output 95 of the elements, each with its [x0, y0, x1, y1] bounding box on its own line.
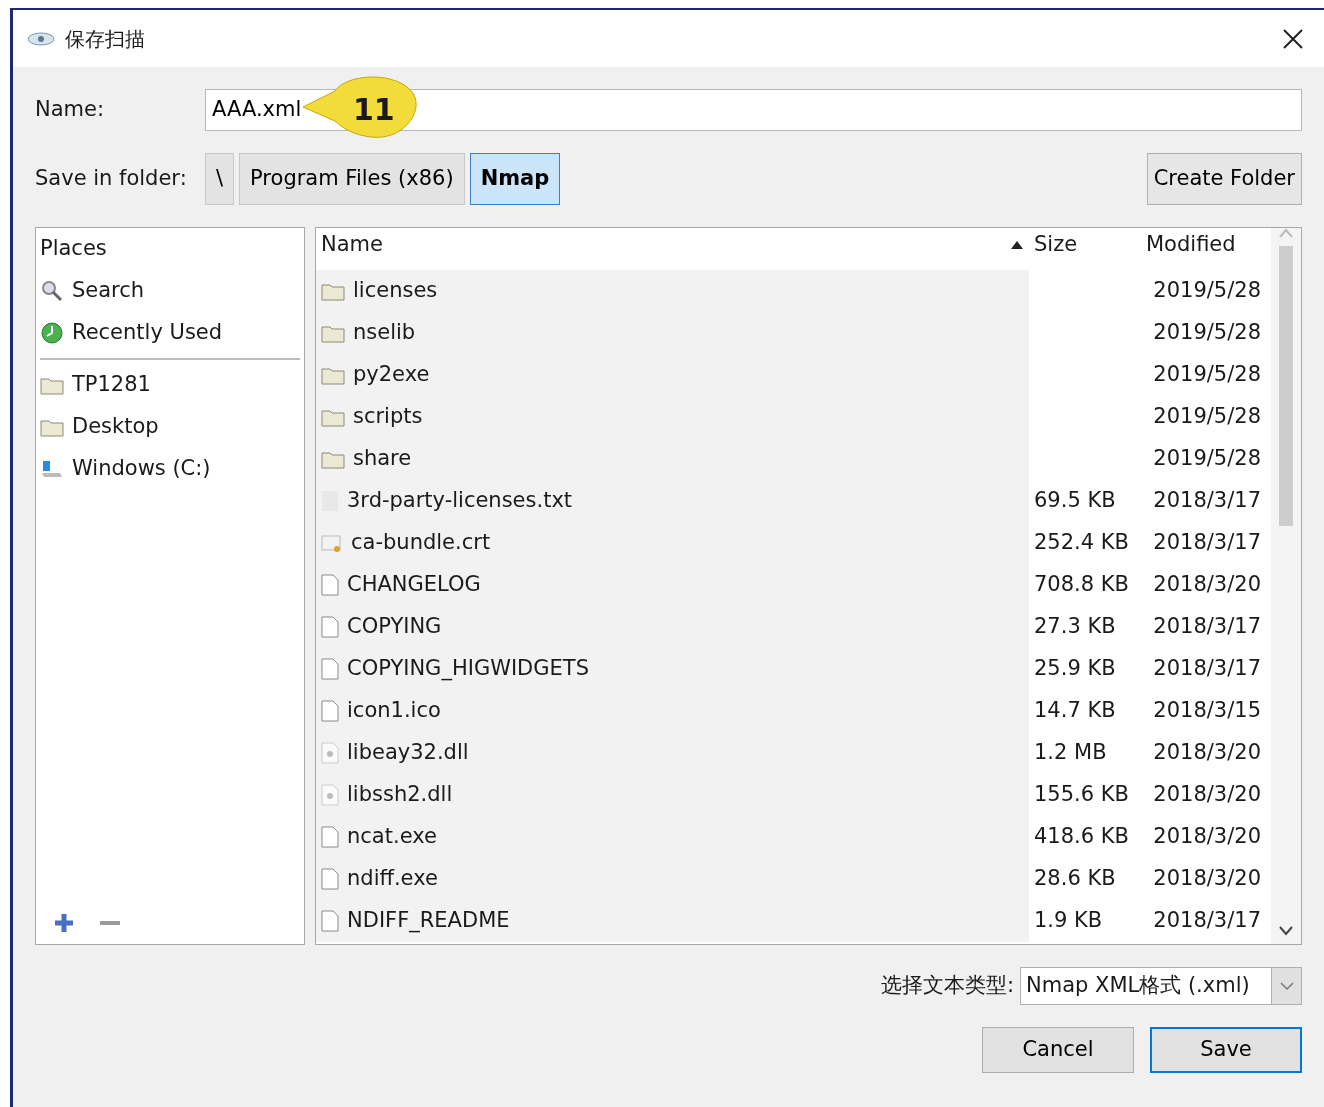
field-label: 选择文本类型: [880, 972, 1014, 1000]
path-button[interactable]: \ [205, 153, 235, 205]
table-cell-text: 252.4 KB [1033, 529, 1130, 557]
table-cell-text: 2018/3/17 [1152, 655, 1262, 683]
table-cell-text: 1.9 KB [1033, 907, 1104, 935]
table-cell-text: 155.6 KB [1033, 781, 1130, 809]
table-cell-text: 28.6 KB [1033, 865, 1117, 893]
table-cell-text: 2018/3/20 [1152, 865, 1262, 893]
certificate-icon [321, 532, 343, 554]
folder-icon [321, 323, 345, 343]
path-button[interactable]: Nmap [469, 153, 561, 205]
file-row[interactable]: scripts [316, 396, 1029, 438]
table-cell-text: 25.9 KB [1033, 655, 1117, 683]
table-cell-text: 14.7 KB [1033, 697, 1117, 725]
table-cell-text: 2019/5/28 [1152, 403, 1262, 431]
create-folder-button[interactable]: Create Folder [1146, 153, 1302, 205]
places-item[interactable]: Recently Used [36, 312, 304, 354]
file-row[interactable]: libeay32.dll [316, 732, 1029, 774]
folder-icon [321, 407, 345, 427]
table-cell-text: 2018/3/17 [1152, 613, 1262, 641]
folder-icon [40, 417, 64, 437]
scrollbar-thumb[interactable] [1279, 246, 1293, 526]
file-row[interactable]: COPYING_HIGWIDGETS [316, 648, 1029, 690]
places-item[interactable]: Desktop [36, 406, 304, 448]
table-cell-text: 1.2 MB [1033, 739, 1108, 767]
places-item[interactable]: TP1281 [36, 364, 304, 406]
document-icon [321, 868, 339, 890]
callout-number: 11 [353, 91, 395, 129]
dropdown-button[interactable] [1271, 968, 1301, 1004]
table-cell-text: 2018/3/17 [1152, 487, 1262, 515]
field-label: Name: [35, 96, 106, 124]
folder-icon [321, 281, 345, 301]
places-heading: Places [40, 235, 107, 263]
sort-arrow-icon [1011, 241, 1023, 249]
document-icon [321, 700, 339, 722]
file-row[interactable]: NDIFF_README [316, 900, 1029, 942]
document-icon [321, 826, 339, 848]
file-row[interactable]: nselib [316, 312, 1029, 354]
column-header[interactable]: Name [316, 228, 1029, 262]
gear-icon [321, 742, 339, 764]
eye-icon [27, 30, 55, 47]
column-header[interactable]: Size [1029, 228, 1141, 262]
scrollbar[interactable] [1271, 228, 1301, 944]
table-cell-text: 2018/3/20 [1152, 823, 1262, 851]
search-icon [40, 279, 64, 303]
cancel-button[interactable]: Cancel [982, 1027, 1134, 1073]
file-row[interactable]: libssh2.dll [316, 774, 1029, 816]
folder-icon [321, 449, 345, 469]
file-row[interactable]: CHANGELOG [316, 564, 1029, 606]
column-header[interactable]: Modified [1141, 228, 1271, 262]
table-cell-text: 2019/5/28 [1152, 361, 1262, 389]
document-icon [321, 574, 339, 596]
table-cell-text: 418.6 KB [1033, 823, 1130, 851]
save-button[interactable]: Save [1150, 1027, 1302, 1073]
table-cell-text: 69.5 KB [1033, 487, 1117, 515]
file-row[interactable]: py2exe [316, 354, 1029, 396]
close-icon [1282, 27, 1304, 50]
folder-icon [40, 375, 64, 395]
file-type-dropdown[interactable]: Nmap XML格式 (.xml) [1020, 967, 1302, 1005]
file-row[interactable]: COPYING [316, 606, 1029, 648]
table-cell-text: 2018/3/17 [1152, 529, 1262, 557]
file-row[interactable]: licenses [316, 270, 1029, 312]
document-icon [321, 616, 339, 638]
gear-icon [321, 784, 339, 806]
path-button[interactable]: Program Files (x86) [239, 153, 465, 205]
minus-icon [100, 920, 120, 927]
clock-icon [40, 321, 64, 345]
table-cell-text: 2019/5/28 [1152, 445, 1262, 473]
file-row[interactable]: ncat.exe [316, 816, 1029, 858]
table-cell-text: 708.8 KB [1033, 571, 1130, 599]
table-cell-text: 2018/3/20 [1152, 739, 1262, 767]
file-row[interactable]: 3rd-party-licenses.txt [316, 480, 1029, 522]
field-label: Save in folder: [35, 165, 188, 193]
places-item[interactable]: Search [36, 270, 304, 312]
file-row[interactable]: ca-bundle.crt [316, 522, 1029, 564]
folder-icon [321, 365, 345, 385]
table-cell-text: 2019/5/28 [1152, 277, 1262, 305]
table-cell-text: 2018/3/20 [1152, 571, 1262, 599]
scroll-down-icon [1279, 926, 1293, 936]
places-item[interactable]: Windows (C:) [36, 448, 304, 490]
chevron-down-icon [1279, 981, 1294, 992]
window-title: 保存扫描 [65, 25, 146, 53]
table-cell-text: 27.3 KB [1033, 613, 1117, 641]
file-row[interactable]: icon1.ico [316, 690, 1029, 732]
table-cell-text: 2018/3/17 [1152, 907, 1262, 935]
scroll-up-icon [1279, 228, 1293, 238]
document-icon [321, 658, 339, 680]
table-cell-text: 2018/3/20 [1152, 781, 1262, 809]
computer-icon [40, 458, 64, 480]
file-row[interactable]: share [316, 438, 1029, 480]
document-icon [321, 910, 339, 932]
file-row[interactable]: ndiff.exe [316, 858, 1029, 900]
table-cell-text: 2019/5/28 [1152, 319, 1262, 347]
plus-icon [54, 913, 74, 934]
table-cell-text: 2018/3/15 [1152, 697, 1262, 725]
